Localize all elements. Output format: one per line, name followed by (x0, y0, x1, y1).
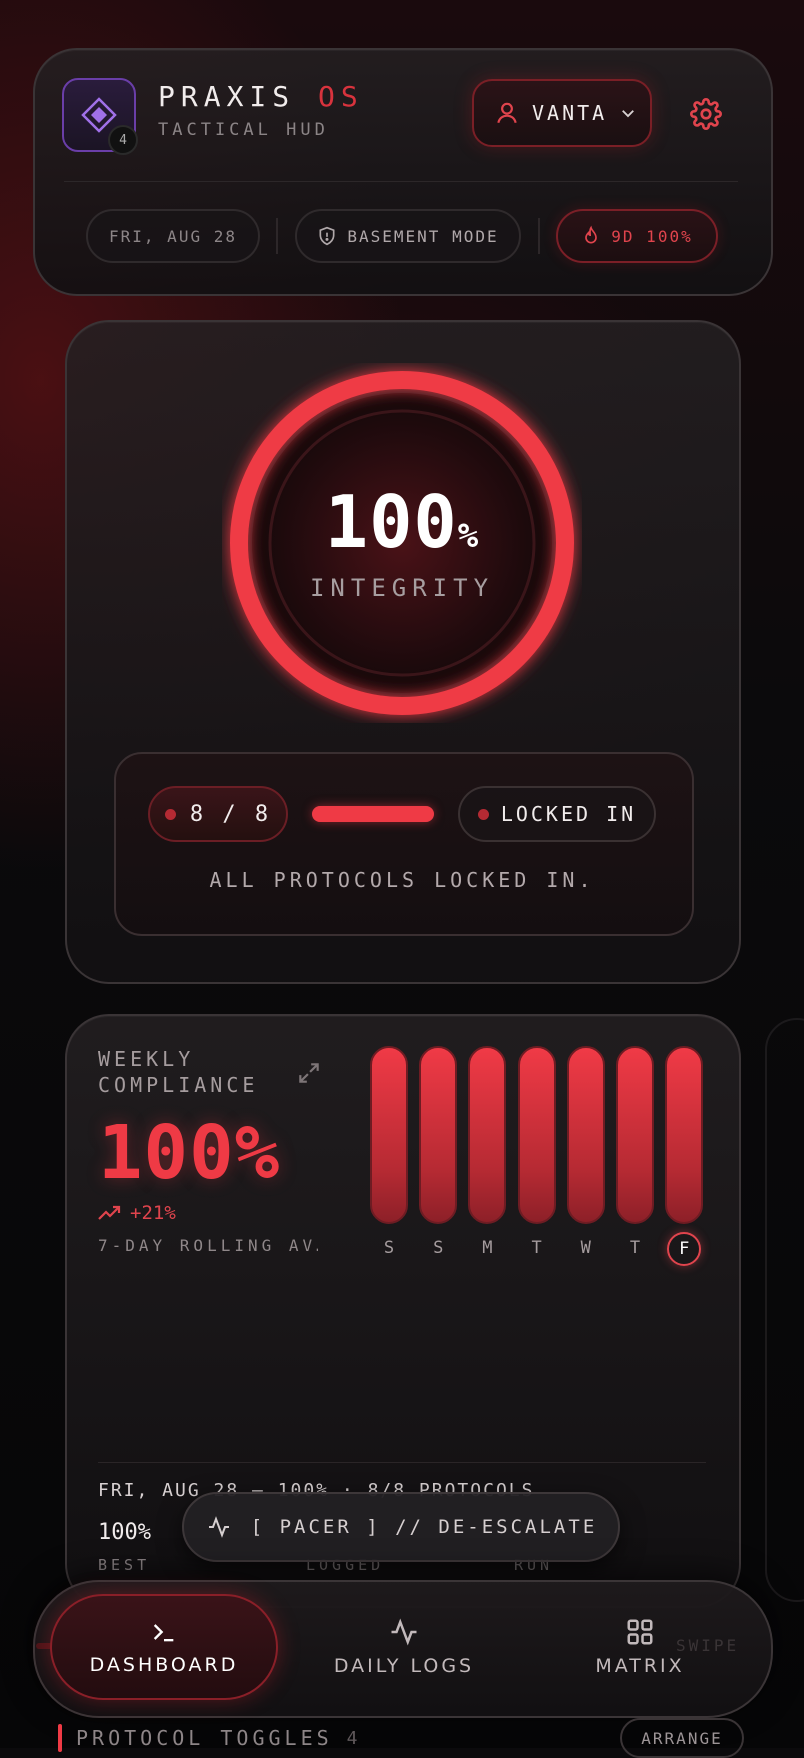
chart-day-label: T (629, 1238, 641, 1258)
expand-icon[interactable] (296, 1060, 322, 1086)
activity-icon (391, 1618, 417, 1646)
protocol-status-box (114, 752, 694, 936)
activity-icon (208, 1516, 229, 1538)
chart-bar[interactable] (665, 1046, 704, 1224)
app-title-accent: OS (318, 80, 364, 113)
app-title-main: PRAXIS (158, 80, 296, 113)
chart-day-label: M (482, 1238, 493, 1258)
chart-bar[interactable] (419, 1046, 458, 1224)
chart-bar[interactable] (517, 1046, 556, 1224)
mode-text: BASEMENT MODE (347, 226, 499, 246)
nav-dashboard[interactable]: DASHBOARD (50, 1594, 278, 1700)
chart-bar[interactable] (370, 1046, 408, 1224)
protocol-count: 8 / 8 (189, 801, 272, 827)
nav-daily-logs[interactable]: DAILY LOGS (310, 1594, 498, 1700)
next-card-peek[interactable] (765, 1018, 804, 1602)
protocols-message: ALL PROTOCOLS LOCKED IN. (209, 868, 595, 892)
weekly-divider (98, 1462, 706, 1463)
progress-fill (312, 806, 434, 822)
terminal-icon (153, 1624, 174, 1642)
flame-icon (585, 225, 598, 244)
weekly-trend: +21% (98, 1202, 176, 1224)
user-name: VANTA (532, 101, 608, 125)
stat-best-label: BEST (98, 1556, 151, 1574)
weekly-trend-value: +21% (130, 1202, 176, 1224)
date-pill: FRI, AUG 28 (86, 209, 260, 263)
chart-day-label-today: F (667, 1232, 702, 1266)
user-menu-button[interactable]: VANTA (472, 79, 652, 147)
nav-dashboard-label: DASHBOARD (89, 1654, 239, 1676)
nav-daily-logs-label: DAILY LOGS (333, 1655, 475, 1677)
weekly-title: WEEKLY COMPLIANCE (98, 1047, 259, 1097)
chart-bar[interactable] (616, 1046, 654, 1224)
pacer-button[interactable]: [ PACER ] // DE-ESCALATE (182, 1492, 620, 1562)
nav-matrix[interactable]: MATRIX (560, 1594, 720, 1700)
user-icon (497, 102, 517, 124)
arrange-button[interactable]: ARRANGE (620, 1718, 744, 1758)
stat-best-value: 100% (98, 1520, 151, 1545)
integrity-label: INTEGRITY (309, 574, 495, 602)
streak-text: 9D 100% (611, 226, 693, 246)
locked-in-pill: LOCKED IN (458, 786, 656, 842)
chart-day-label: W (580, 1238, 591, 1258)
gear-icon[interactable] (690, 98, 722, 130)
chart-day-label: T (531, 1238, 542, 1258)
streak-pill[interactable]: 9D 100% (556, 209, 718, 263)
shield-icon (319, 226, 335, 246)
chart-bar[interactable] (566, 1046, 605, 1224)
chart-bar[interactable] (468, 1046, 507, 1224)
app-title: PRAXIS OS (158, 80, 364, 113)
header-separator (276, 218, 278, 254)
date-text: FRI, AUG 28 (109, 226, 237, 246)
grid-icon (627, 1619, 653, 1645)
protocol-toggles-count: 4 (346, 1727, 358, 1749)
status-dot (164, 808, 176, 820)
integrity-value: 100% (222, 480, 582, 564)
chart-day-label: S (383, 1238, 395, 1258)
integrity-unit: % (457, 516, 480, 556)
protocol-count-pill: 8 / 8 (148, 786, 288, 842)
header-divider (64, 181, 738, 182)
nav-matrix-label: MATRIX (595, 1655, 685, 1677)
integrity-number: 100 (324, 480, 458, 564)
app-subtitle: TACTICAL HUD (158, 120, 329, 140)
chevron-down-icon (622, 110, 635, 118)
protocol-toggles-title: PROTOCOL TOGGLES (76, 1726, 333, 1750)
trending-up-icon (98, 1205, 121, 1220)
logo-badge: 4 (108, 125, 138, 155)
chart-day-label: S (433, 1238, 444, 1258)
weekly-value: 100% (98, 1110, 281, 1196)
rolling-average-label: 7-DAY ROLLING AV… (98, 1236, 318, 1255)
basement-mode-pill[interactable]: BASEMENT MODE (295, 209, 521, 263)
header-separator (538, 218, 540, 254)
locked-in-text: LOCKED IN (500, 802, 637, 826)
status-dot (477, 808, 489, 820)
pacer-label: [ PACER ] // DE-ESCALATE (250, 1516, 598, 1538)
